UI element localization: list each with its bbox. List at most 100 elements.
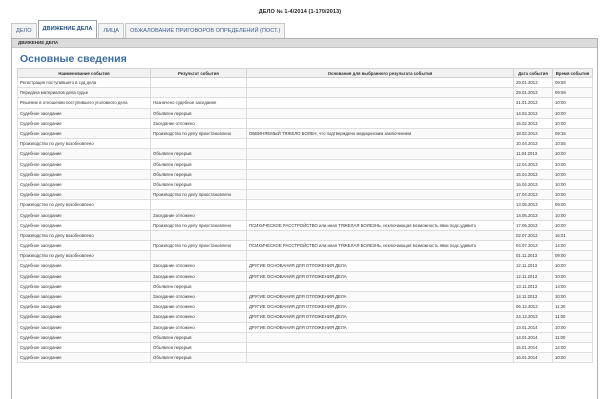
table-cell: 01.11.2013 bbox=[513, 250, 553, 262]
table-cell: 17.06.2013 bbox=[513, 219, 553, 231]
table-row: Судебное заседание Объявлен перерыв 13.11.… bbox=[17, 280, 593, 292]
table-cell: Судебное заседание bbox=[17, 239, 151, 252]
table-cell: Судебное заседание bbox=[17, 311, 151, 323]
table-cell bbox=[246, 87, 514, 99]
table-cell: 29.01.2013 bbox=[513, 76, 553, 89]
table-cell: 06.12.2013 bbox=[513, 301, 553, 313]
table-row: Решение в отношении поступившего уголовн… bbox=[17, 97, 593, 109]
table-cell: Решение в отношении поступившего уголовн… bbox=[17, 97, 151, 109]
table-row: Судебное заседание Объявлен перерыв 15.04.… bbox=[17, 168, 593, 180]
table-cell bbox=[150, 76, 247, 89]
table-row: Судебное заседание Объявлен перерыв 12.04.… bbox=[17, 158, 593, 170]
table-body: Регистрация поступившего в суд дела 29.01… bbox=[17, 76, 593, 364]
table-cell: 14.11.2013 bbox=[513, 290, 553, 303]
table-cell bbox=[246, 158, 514, 170]
table-cell: 09:00 bbox=[552, 199, 593, 211]
table-cell: 10:00 bbox=[552, 260, 593, 272]
table-row: Судебное заседание Объявлен перерыв 14.01.… bbox=[17, 331, 593, 343]
table-cell: Судебное заседание bbox=[17, 127, 151, 140]
table-cell: Заседание отложено bbox=[150, 301, 247, 313]
table-cell: 12.11.2013 bbox=[513, 270, 553, 282]
table-cell: Заседание отложено bbox=[150, 321, 247, 333]
table-cell: Объявлен перерыв bbox=[150, 352, 247, 364]
table-cell: 15.02.2013 bbox=[513, 117, 553, 129]
table-cell: Судебное заседание bbox=[17, 270, 151, 282]
table-cell bbox=[150, 87, 247, 99]
table-cell: Производство по делу возобновлено bbox=[17, 250, 151, 262]
table-row: Судебное заседание Заседание отложено ДРУГ… bbox=[17, 290, 593, 303]
table-cell: Судебное заседание bbox=[17, 148, 151, 160]
table-cell: ДРУГИЕ ОСНОВАНИЯ ДЛЯ ОТЛОЖЕНИЯ ДЕЛА bbox=[246, 270, 514, 282]
table-cell: Заседание отложено bbox=[150, 209, 247, 221]
table-cell: ПСИХИЧЕСКОЕ РАССТРОЙСТВО или иная ТЯЖЕЛА… bbox=[246, 219, 514, 231]
table-cell: Объявлен перерыв bbox=[150, 168, 247, 180]
table-cell: 10:00 bbox=[552, 107, 593, 119]
table-cell: Заседание отложено bbox=[150, 270, 247, 282]
table-row: Судебное заседание Объявлен перерыв 14.02.… bbox=[17, 107, 593, 119]
table-cell: 10:00 bbox=[552, 352, 593, 364]
table-cell bbox=[246, 97, 514, 109]
table-cell: 04.07.2013 bbox=[513, 239, 553, 252]
tab-persons[interactable]: ЛИЦА bbox=[98, 23, 124, 38]
table-cell bbox=[246, 76, 514, 89]
table-cell bbox=[246, 331, 514, 343]
table-cell: Производство по делу приостановлено bbox=[150, 189, 247, 201]
table-cell bbox=[246, 189, 514, 201]
table-cell: 12.04.2013 bbox=[513, 158, 553, 170]
table-header-row: Наименование события Результат события Осн… bbox=[17, 68, 593, 78]
table-cell: Судебное заседание bbox=[17, 178, 151, 191]
table-cell: ДРУГИЕ ОСНОВАНИЯ ДЛЯ ОТЛОЖЕНИЯ ДЕЛА bbox=[246, 311, 514, 323]
table-cell bbox=[150, 229, 247, 242]
column-header: Основания для выбранного результата собы… bbox=[246, 68, 514, 78]
table-cell: 11.04.2013 bbox=[513, 148, 553, 160]
tab-bar: ДЕЛО ДВИЖЕНИЕ ДЕЛА ЛИЦА ОБЖАЛОВАНИЕ ПРИГОВО… bbox=[11, 20, 286, 38]
table-cell: ДРУГИЕ ОСНОВАНИЯ ДЛЯ ОТЛОЖЕНИЯ ДЕЛА bbox=[246, 290, 514, 303]
table-row: Судебное заседание Заседание отложено ДРУГ… bbox=[17, 321, 593, 333]
table-cell: 10:00 bbox=[552, 168, 593, 180]
table-cell: 10:55 bbox=[552, 138, 593, 150]
table-cell bbox=[246, 107, 514, 119]
table-cell: 13.05.2013 bbox=[513, 199, 553, 211]
table-cell: 12.11.2013 bbox=[513, 260, 553, 272]
table-cell: ПСИХИЧЕСКОЕ РАССТРОЙСТВО или иная ТЯЖЕЛА… bbox=[246, 239, 514, 252]
table-cell: Объявлен перерыв bbox=[150, 148, 247, 160]
table-cell: 14:00 bbox=[552, 239, 593, 252]
table-cell: 10:00 bbox=[552, 117, 593, 129]
table-row: Судебное заседание Заседание отложено ДРУГ… bbox=[17, 311, 593, 323]
table-row: Судебное заседание Производство по делу п… bbox=[17, 189, 593, 201]
tab-appeals[interactable]: ОБЖАЛОВАНИЕ ПРИГОВОРОВ ОПРЕДЕЛЕНИЙ (ПОСТ… bbox=[124, 23, 286, 38]
column-header: Результат события bbox=[150, 68, 247, 78]
table-cell: Объявлен перерыв bbox=[150, 107, 247, 119]
tab-case[interactable]: ДЕЛО bbox=[11, 23, 37, 38]
table-cell: Судебное заседание bbox=[17, 117, 151, 129]
table-cell bbox=[246, 168, 514, 180]
table-cell: Производство по делу возобновлено bbox=[17, 138, 151, 150]
table-cell: Судебное заседание bbox=[17, 352, 151, 364]
table-cell: Объявлен перерыв bbox=[150, 178, 247, 191]
table-cell: 10:00 bbox=[552, 219, 593, 231]
table-cell: Заседание отложено bbox=[150, 260, 247, 272]
table-cell: 29.01.2013 bbox=[513, 87, 553, 99]
table-cell: 15.04.2013 bbox=[513, 168, 553, 180]
table-cell: Передача материалов дела судье bbox=[17, 87, 151, 99]
table-cell: Объявлен перерыв bbox=[150, 331, 247, 343]
tab-case-movement[interactable]: ДВИЖЕНИЕ ДЕЛА bbox=[37, 20, 98, 38]
column-header: Дата события bbox=[513, 68, 553, 78]
table-cell: Судебное заседание bbox=[17, 260, 151, 272]
table-row: Производство по делу возобновлено 10.04.2… bbox=[17, 138, 593, 150]
table-cell: Производство по делу возобновлено bbox=[17, 199, 151, 211]
table-cell: Судебное заседание bbox=[17, 209, 151, 221]
table-cell: Судебное заседание bbox=[17, 321, 151, 333]
table-cell: Судебное заседание bbox=[17, 301, 151, 313]
table-cell bbox=[246, 280, 514, 292]
table-cell: 16:01 bbox=[552, 229, 593, 242]
table-cell bbox=[246, 341, 514, 354]
table-cell: 09:00 bbox=[552, 250, 593, 262]
table-row: Производство по делу возобновлено 02.07.2… bbox=[17, 229, 593, 242]
table-cell: ДРУГИЕ ОСНОВАНИЯ ДЛЯ ОТЛОЖЕНИЯ ДЕЛА bbox=[246, 301, 514, 313]
table-cell bbox=[246, 352, 514, 364]
table-cell: Судебное заседание bbox=[17, 331, 151, 343]
table-cell: 11:00 bbox=[552, 331, 593, 343]
table-cell: 31.01.2013 bbox=[513, 97, 553, 109]
table-cell bbox=[246, 138, 514, 150]
